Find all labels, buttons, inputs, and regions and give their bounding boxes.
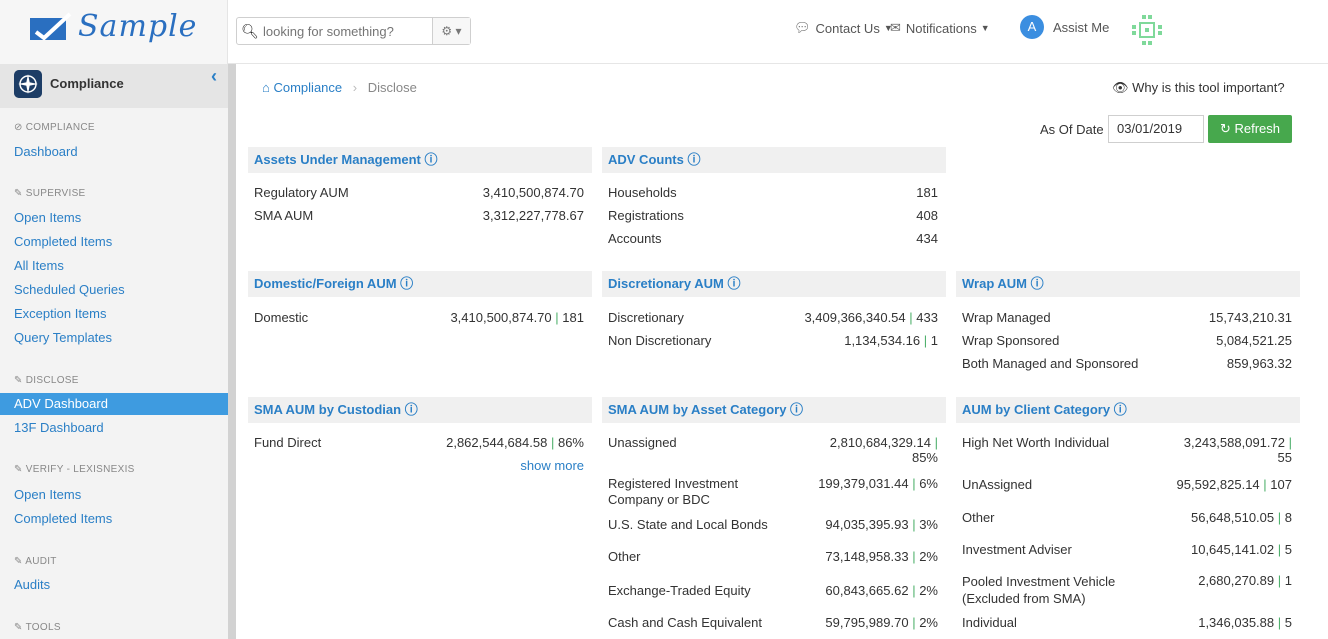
app-header: Compliance ‹ [0, 64, 228, 108]
notifications-label: Notifications [905, 20, 977, 36]
info-icon[interactable]: ⓘ [790, 402, 803, 417]
sidebar-item-audits[interactable]: Audits [14, 577, 50, 592]
panel-title: Wrap AUM ⓘ [956, 271, 1300, 297]
breadcrumb-separator: › [352, 80, 358, 95]
section-audit: ✎ AUDIT [14, 556, 57, 567]
compass-icon [14, 70, 42, 98]
envelope-icon: ✉ [890, 20, 901, 35]
info-icon[interactable]: ⓘ [1031, 276, 1044, 291]
breadcrumb-current: Disclose [367, 80, 417, 95]
sidebar-item-exception-items[interactable]: Exception Items [14, 306, 107, 321]
eye-icon: 👁︎ [1112, 80, 1129, 95]
section-verify-lexisnexis: ✎ VERIFY - LEXISNEXIS [14, 464, 135, 475]
section-tools: ✎ TOOLS [14, 622, 61, 633]
panel-discretionary-aum: Discretionary AUM ⓘ Discretionary 3,409,… [602, 271, 946, 381]
why-important-link[interactable]: 👁︎ Why is this tool important? [1112, 80, 1285, 96]
panel-aum-by-client-category: AUM by Client Category ⓘ High Net Worth … [956, 397, 1300, 637]
logo-text[interactable]: Sample [78, 9, 197, 44]
sidebar-item-verify-open-items[interactable]: Open Items [14, 487, 81, 502]
chat-icon: 💬︎ [794, 20, 811, 35]
panel-sma-aum-by-asset-category: SMA AUM by Asset Category ⓘ Unassigned 2… [602, 397, 946, 637]
avatar: A [1020, 15, 1044, 39]
contact-us-label: Contact Us [815, 20, 880, 36]
app-title: Compliance [50, 76, 124, 91]
app-grid-icon[interactable] [1130, 13, 1164, 47]
panel-title: SMA AUM by Asset Category ⓘ [602, 397, 946, 423]
section-supervise: ✎ SUPERVISE [14, 188, 86, 199]
sidebar-item-verify-completed-items[interactable]: Completed Items [14, 511, 112, 526]
panel-title: AUM by Client Category ⓘ [956, 397, 1300, 423]
sidebar-item-all-items[interactable]: All Items [14, 258, 64, 273]
section-disclose: ✎ DISCLOSE [14, 375, 79, 386]
sidebar-item-query-templates[interactable]: Query Templates [14, 330, 112, 345]
info-icon[interactable]: ⓘ [425, 152, 438, 167]
as-of-date-label: As Of Date [1040, 122, 1104, 137]
top-bar: Sample 🔍︎ ⚙ ▾ 💬︎ Contact Us ▼ ✉ Notifica… [0, 0, 1328, 64]
panel-title: Assets Under Management ⓘ [248, 147, 592, 173]
gear-icon: ⚙ [441, 24, 453, 38]
search-icon[interactable]: 🔍︎ [237, 23, 263, 40]
home-icon: ⌂ [262, 80, 270, 95]
info-icon[interactable]: ⓘ [687, 152, 700, 167]
panel-sma-aum-by-custodian: SMA AUM by Custodian ⓘ Fund Direct 2,862… [248, 397, 592, 637]
breadcrumb: ⌂ Compliance › Disclose [262, 80, 417, 95]
sidebar-item-13f-dashboard[interactable]: 13F Dashboard [14, 420, 104, 435]
panel-title: SMA AUM by Custodian ⓘ [248, 397, 592, 423]
search-options-button[interactable]: ⚙ ▾ [432, 18, 470, 44]
assist-me-label: Assist Me [1053, 19, 1110, 35]
as-of-date-input[interactable]: 03/01/2019 [1108, 115, 1204, 143]
panel-adv-counts: ADV Counts ⓘ Households 181 Registration… [602, 147, 946, 257]
sidebar-item-open-items[interactable]: Open Items [14, 210, 81, 225]
collapse-sidebar-icon[interactable]: ‹ [211, 66, 217, 87]
logo-area: Sample [0, 0, 228, 64]
section-compliance: ⊘ COMPLIANCE [14, 122, 95, 133]
panel-title: ADV Counts ⓘ [602, 147, 946, 173]
refresh-icon: ↻ [1219, 121, 1231, 136]
sidebar-item-scheduled-queries[interactable]: Scheduled Queries [14, 282, 125, 297]
sidebar: Compliance ‹ ⊘ COMPLIANCE Dashboard ✎ SU… [0, 64, 228, 639]
breadcrumb-home[interactable]: ⌂ Compliance [262, 80, 346, 95]
assist-me-button[interactable]: A Assist Me [1020, 15, 1109, 39]
search-box: 🔍︎ ⚙ ▾ [236, 17, 471, 45]
panel-assets-under-management: Assets Under Management ⓘ Regulatory AUM… [248, 147, 592, 257]
sidebar-item-completed-items[interactable]: Completed Items [14, 234, 112, 249]
info-icon[interactable]: ⓘ [400, 276, 413, 291]
show-more-link[interactable]: show more [520, 458, 584, 473]
panel-wrap-aum: Wrap AUM ⓘ Wrap Managed 15,743,210.31 Wr… [956, 271, 1300, 381]
contact-us-menu[interactable]: 💬︎ Contact Us ▼ [794, 20, 893, 36]
chevron-down-icon: ▾ [455, 24, 462, 38]
notifications-menu[interactable]: ✉ Notifications ▼ [890, 20, 990, 36]
info-icon[interactable]: ⓘ [1114, 402, 1127, 417]
info-icon[interactable]: ⓘ [727, 276, 740, 291]
info-icon[interactable]: ⓘ [405, 402, 418, 417]
search-input[interactable] [263, 23, 432, 39]
chevron-down-icon: ▼ [980, 23, 990, 33]
sidebar-item-dashboard[interactable]: Dashboard [14, 144, 78, 159]
panel-title: Discretionary AUM ⓘ [602, 271, 946, 297]
logo-icon[interactable] [28, 12, 72, 44]
refresh-button[interactable]: ↻ Refresh [1208, 115, 1292, 143]
sidebar-scrollbar[interactable] [228, 64, 236, 639]
panel-domestic-foreign-aum: Domestic/Foreign AUM ⓘ Domestic 3,410,50… [248, 271, 592, 381]
sidebar-item-adv-dashboard[interactable]: ADV Dashboard [0, 393, 228, 415]
panel-title: Domestic/Foreign AUM ⓘ [248, 271, 592, 297]
